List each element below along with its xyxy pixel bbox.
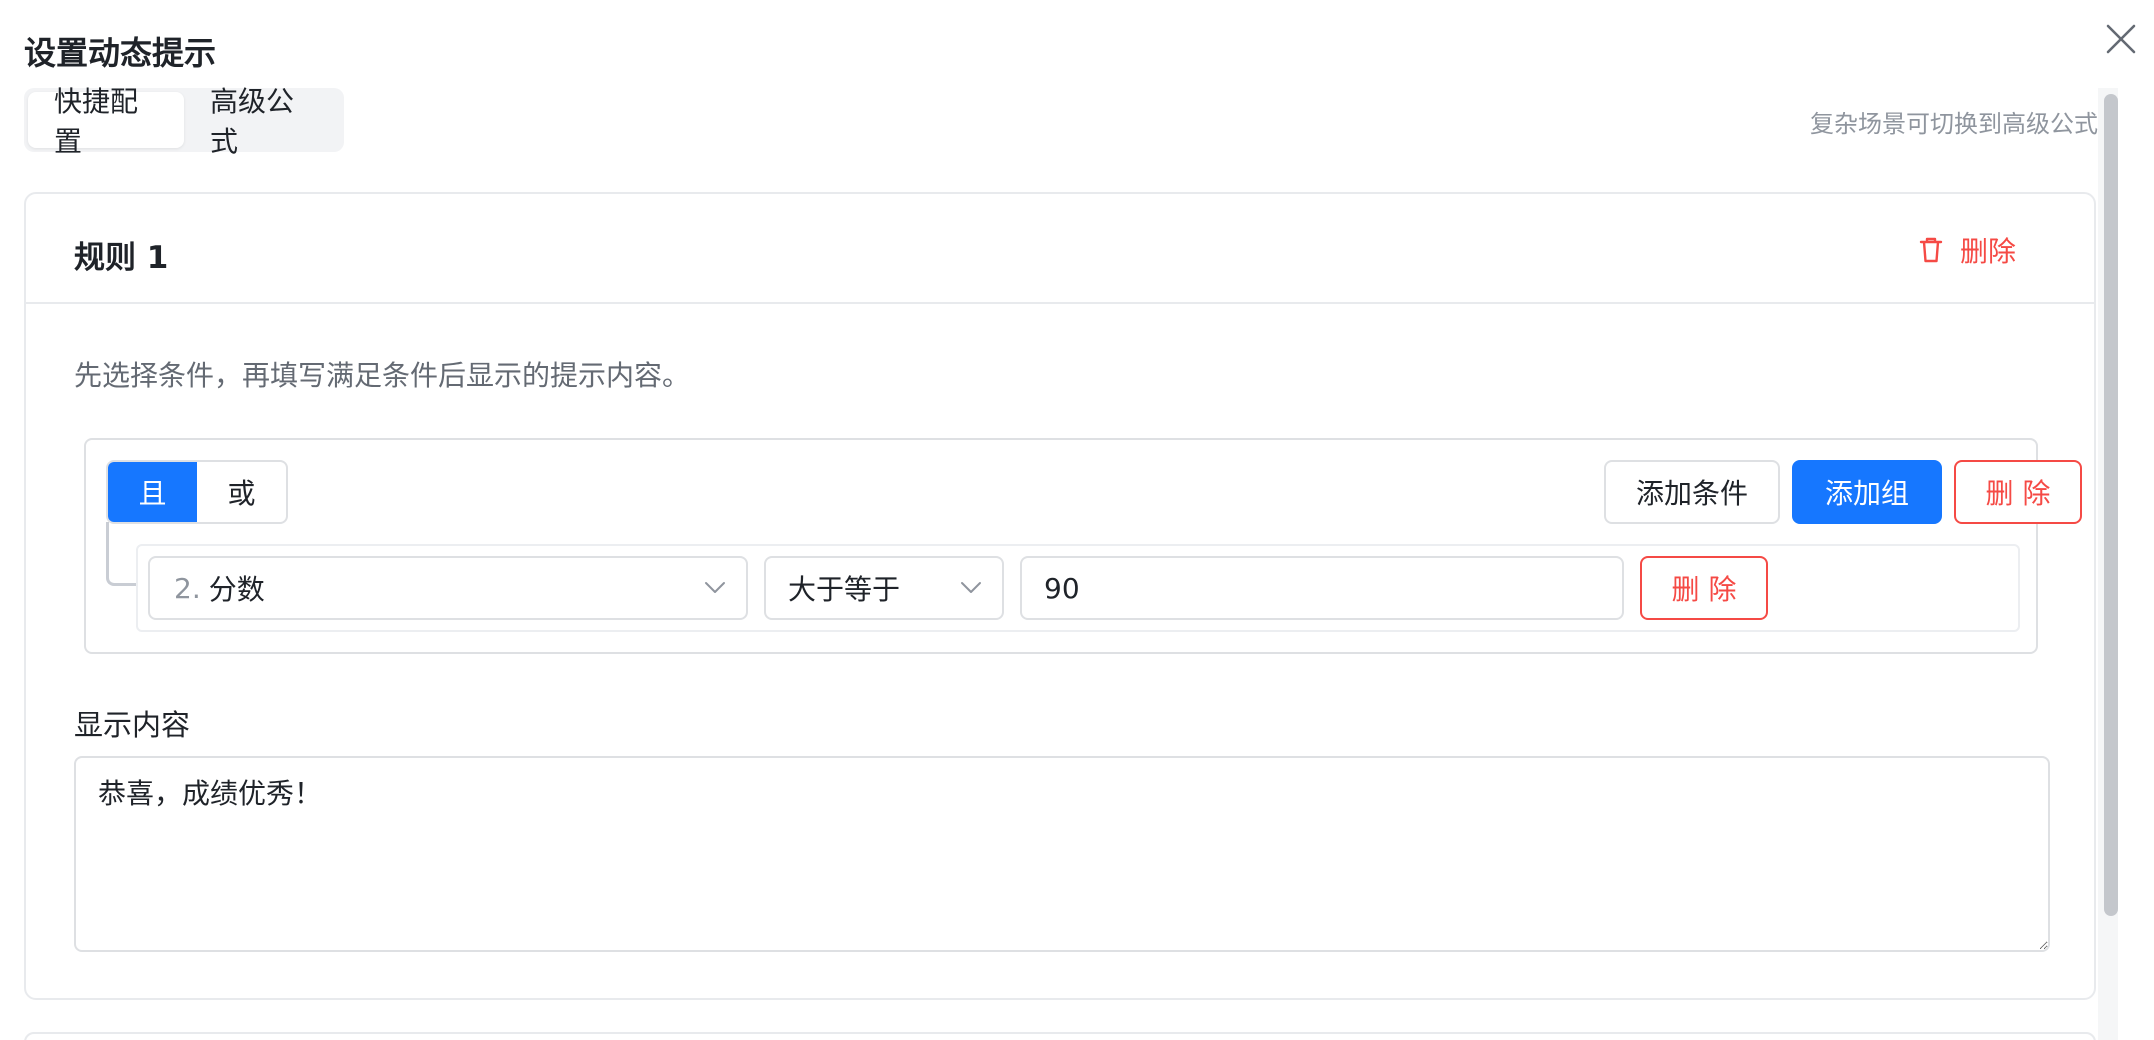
delete-group-button[interactable]: 删 除 xyxy=(1954,460,2082,524)
mode-tabs: 快捷配置 高级公式 xyxy=(24,85,344,158)
condition-value-input[interactable] xyxy=(1020,556,1624,620)
operator-label: 大于等于 xyxy=(788,573,901,606)
delete-rule-label: 删除 xyxy=(1959,235,2016,268)
next-rule-card-edge xyxy=(24,1032,2096,1040)
rule-card: 规则 1 删除 先选择条件，再填写满足条件后显示的提示内容。 且 或 添加条件 … xyxy=(24,192,2096,1000)
delete-condition-button[interactable]: 删 除 xyxy=(1640,556,1768,620)
tree-connector xyxy=(106,522,136,586)
close-button[interactable] xyxy=(2104,22,2138,56)
logic-toggle: 且 或 xyxy=(106,460,288,524)
condition-row: 2. 分数 大于等于 删 除 xyxy=(136,544,2020,632)
add-group-button[interactable]: 添加组 xyxy=(1792,460,1942,524)
rule-title: 规则 1 xyxy=(74,240,169,276)
add-condition-button[interactable]: 添加条件 xyxy=(1604,460,1780,524)
close-icon xyxy=(2106,24,2136,54)
content-label: 显示内容 xyxy=(74,708,191,742)
logic-and-button[interactable]: 且 xyxy=(108,462,197,522)
rule-header: 规则 1 删除 xyxy=(26,194,2094,304)
condition-group: 且 或 添加条件 添加组 删 除 2. 分数 大于等于 删 除 xyxy=(84,438,2082,654)
switch-hint-text: 复杂场景可切换到高级公式 xyxy=(1810,110,2098,138)
rule-description: 先选择条件，再填写满足条件后显示的提示内容。 xyxy=(74,359,691,392)
scrollbar-thumb[interactable] xyxy=(2104,94,2118,916)
tab-quick-config[interactable]: 快捷配置 xyxy=(28,85,184,158)
tab-advanced-formula[interactable]: 高级公式 xyxy=(184,85,340,158)
chevron-down-icon xyxy=(705,582,725,593)
delete-rule-button[interactable]: 删除 xyxy=(1916,230,2016,270)
logic-or-button[interactable]: 或 xyxy=(197,462,286,522)
chevron-down-icon xyxy=(961,582,981,593)
trash-icon xyxy=(1919,237,1943,263)
operator-select[interactable]: 大于等于 xyxy=(764,556,1004,620)
field-select[interactable]: 2. 分数 xyxy=(148,556,748,620)
field-label: 分数 xyxy=(208,573,265,606)
content-textarea[interactable]: 恭喜，成绩优秀！ xyxy=(74,756,2050,952)
field-index: 2. xyxy=(174,571,201,605)
dialog-title: 设置动态提示 xyxy=(24,34,217,72)
